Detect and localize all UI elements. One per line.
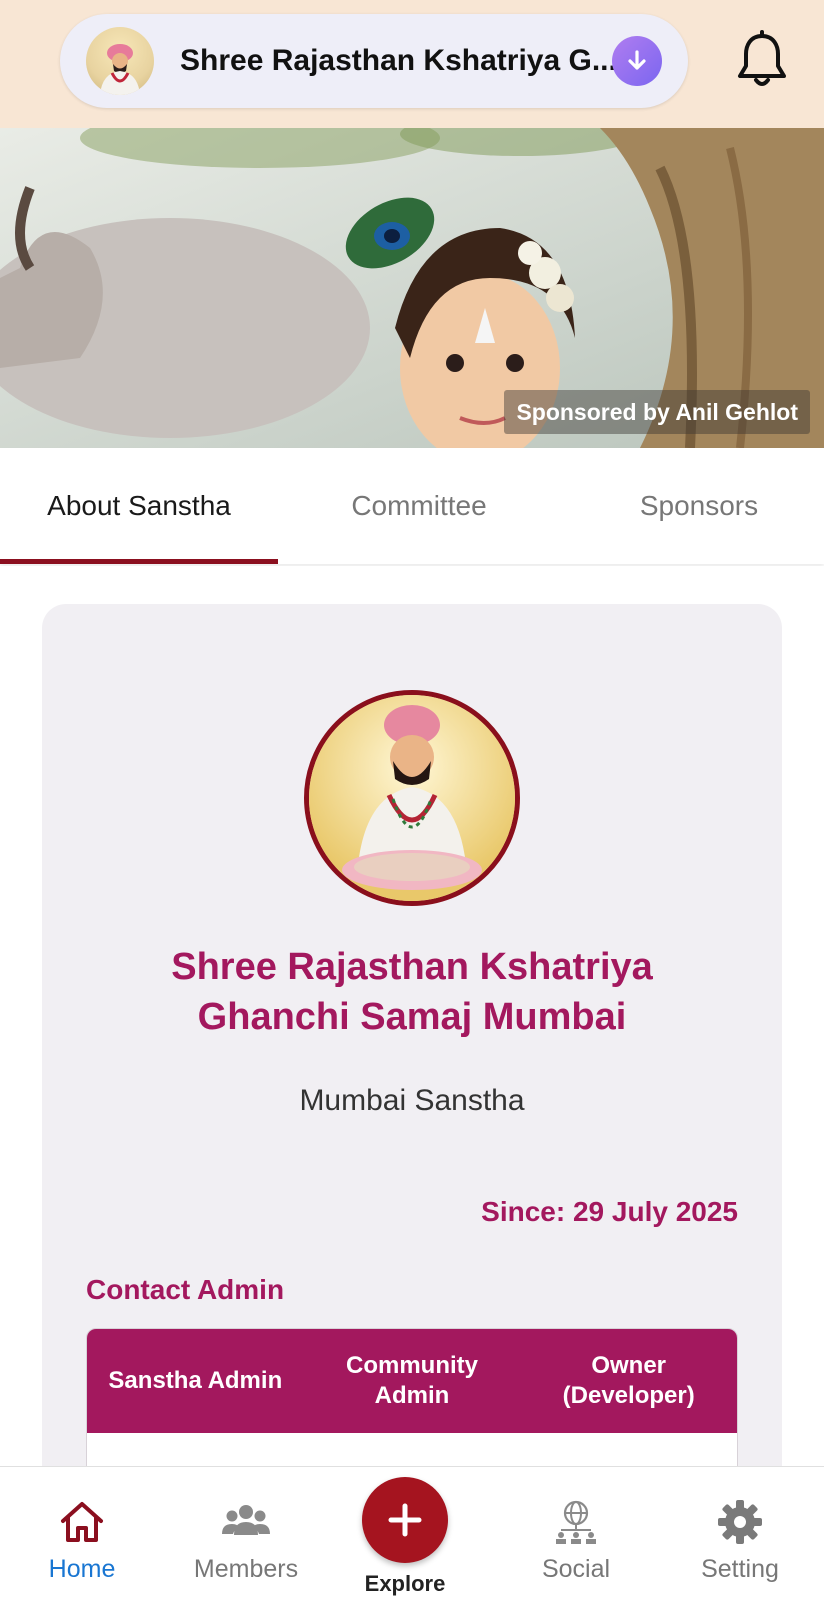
explore-label: Explore — [364, 1571, 446, 1596]
nav-label: Setting — [701, 1555, 779, 1583]
col-label: Community — [346, 1352, 478, 1379]
home-icon — [61, 1502, 103, 1542]
sponsor-label: Sponsored by Anil Gehlot — [504, 390, 810, 434]
col-label: (Developer) — [562, 1382, 695, 1409]
members-icon — [222, 1505, 270, 1535]
sanstha-name-line1: Shree Rajasthan Kshatriya — [171, 946, 653, 988]
tab-sponsors[interactable]: Sponsors — [560, 448, 824, 564]
sanstha-type: Mumbai Sanstha — [299, 1084, 525, 1117]
bottom-navigation: Home Members Explore Social Setting — [0, 1466, 824, 1601]
tab-label: Committee — [351, 490, 487, 521]
col-community-admin: Community Admin — [304, 1329, 521, 1433]
tab-about-sanstha[interactable]: About Sanstha — [0, 448, 278, 564]
active-tab-indicator — [0, 559, 278, 564]
tab-label: About Sanstha — [47, 490, 231, 521]
col-sanstha-admin: Sanstha Admin — [87, 1329, 304, 1433]
tab-bar: About Sanstha Committee Sponsors — [0, 448, 824, 564]
contact-admin-heading: Contact Admin — [86, 1274, 285, 1305]
col-label: Admin — [374, 1382, 450, 1409]
explore-button[interactable] — [362, 1477, 448, 1563]
globe-network-icon — [556, 1500, 596, 1544]
community-switcher[interactable]: Shree Rajasthan Kshatriya G... — [60, 14, 688, 108]
col-label: Sanstha Admin — [108, 1367, 283, 1394]
nav-social[interactable]: Social — [506, 1467, 646, 1601]
bell-icon[interactable] — [734, 30, 790, 92]
sponsor-banner[interactable]: Sponsored by Anil Gehlot — [0, 128, 824, 448]
nav-label: Members — [193, 1555, 299, 1583]
nav-label: Home — [48, 1555, 116, 1583]
community-title: Shree Rajasthan Kshatriya G... — [180, 44, 617, 77]
nav-home[interactable]: Home — [12, 1467, 152, 1601]
admin-table-header: Sanstha Admin Community Admin Owner (Dev… — [87, 1329, 737, 1433]
sanstha-name-line2: Ghanchi Samaj Mumbai — [197, 996, 627, 1038]
gear-icon — [718, 1500, 762, 1544]
nav-setting[interactable]: Setting — [670, 1467, 810, 1601]
sanstha-logo — [304, 690, 520, 906]
nav-label: Social — [541, 1555, 611, 1583]
since-date: Since: 29 July 2025 — [481, 1196, 738, 1227]
sanstha-name: Shree Rajasthan Kshatriya Ghanchi Samaj … — [82, 942, 742, 1042]
about-card: Shree Rajasthan Kshatriya Ghanchi Samaj … — [42, 604, 782, 1510]
saint-avatar-icon — [86, 27, 154, 95]
tab-committee[interactable]: Committee — [280, 448, 558, 564]
plus-icon — [388, 1503, 422, 1537]
tab-label: Sponsors — [639, 490, 759, 521]
nav-members[interactable]: Members — [176, 1467, 316, 1601]
download-arrow-icon[interactable] — [612, 36, 662, 86]
col-owner-developer: Owner (Developer) — [520, 1329, 737, 1433]
top-bar: Shree Rajasthan Kshatriya G... — [0, 0, 824, 128]
col-label: Owner — [591, 1352, 667, 1379]
